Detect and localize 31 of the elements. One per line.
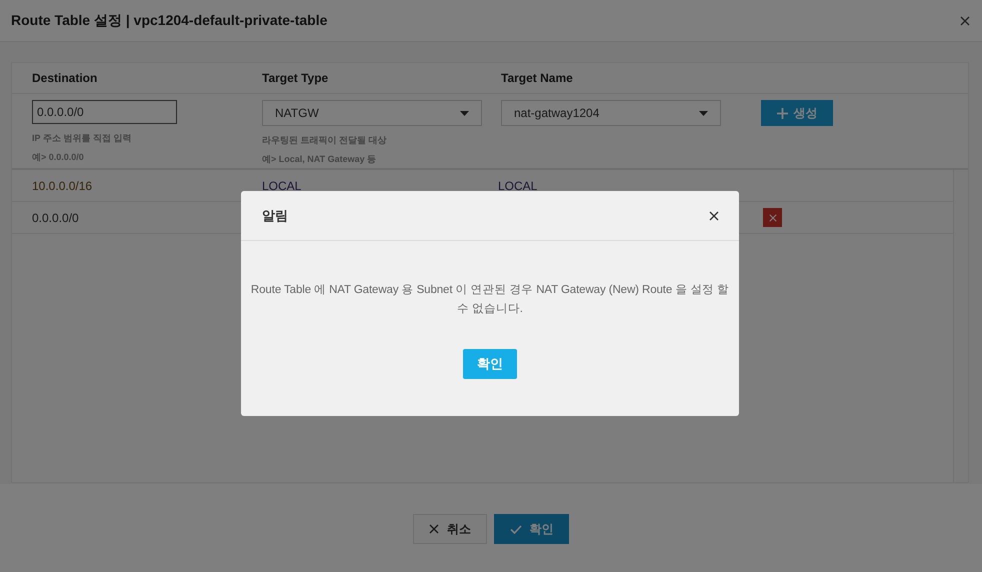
check-icon (510, 524, 522, 534)
table-cell-text: 10.0.0.0/16 (31, 178, 94, 192)
cancel-button[interactable]: 취소 (413, 514, 487, 544)
table-cell-text: LOCAL (497, 178, 538, 192)
close-icon (960, 16, 970, 26)
table-cell-text: 0.0.0.0/0 (31, 210, 80, 224)
hint-text: 라우팅된 트래픽이 전달될 대상 (262, 134, 388, 147)
column-header: Destination (32, 71, 98, 85)
target-name-dropdown[interactable]: nat-gatway1204 (501, 100, 721, 126)
close-icon (429, 524, 439, 534)
hint-text: 예> 0.0.0.0/0 (32, 151, 85, 164)
window-title: Route Table 설정 | vpc1204-default-private-table (11, 12, 328, 30)
hint-text: IP 주소 범위를 직접 입력 (32, 132, 132, 145)
table-cell-text: LOCAL (261, 178, 302, 192)
close-button[interactable] (709, 210, 719, 220)
column-header: Target Type (262, 71, 328, 85)
add-button[interactable]: 생성 (761, 100, 833, 126)
caret-icon (460, 110, 469, 116)
column-header: Target Name (501, 71, 573, 85)
hint-text: 예> Local, NAT Gateway 등 (262, 153, 378, 166)
dialog-title: 알림 (262, 206, 288, 224)
confirm-button[interactable]: 확인 (494, 514, 569, 544)
target-type-dropdown[interactable]: NATGW (262, 100, 482, 126)
plus-icon (776, 108, 788, 118)
ok-button[interactable]: 확인 (463, 349, 517, 379)
alert-message: Route Table 에 NAT Gateway 용 Subnet 이 연관된 경우 NAT Gateway (New) Route 을 설정 할 수 없습니다. (250, 283, 730, 317)
destination-field[interactable]: 0.0.0.0/0 (32, 100, 177, 124)
caret-icon (699, 110, 708, 116)
close-icon (768, 214, 776, 222)
delete-button[interactable] (763, 208, 782, 227)
close-icon (709, 210, 719, 220)
